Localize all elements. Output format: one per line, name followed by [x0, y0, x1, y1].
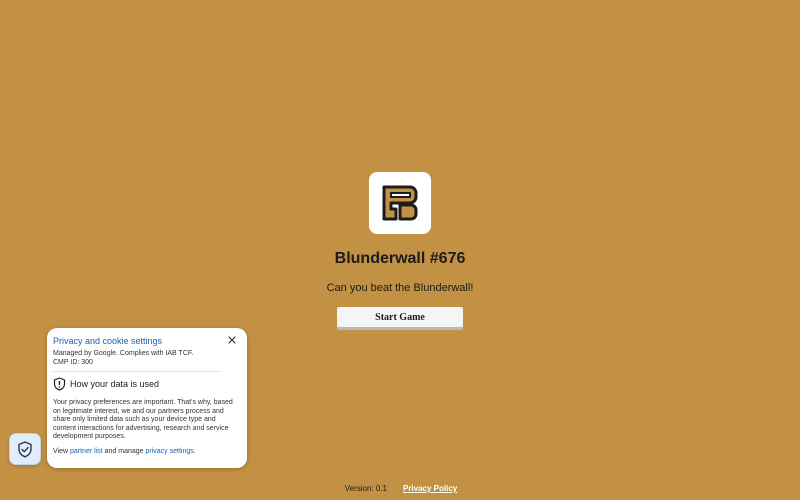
version-label: Version: 0.1: [344, 484, 387, 493]
data-usage-heading-label: How your data is used: [70, 379, 160, 389]
privacy-settings-link[interactable]: privacy settings: [146, 448, 194, 455]
partner-list-link[interactable]: partner list: [70, 448, 103, 455]
privacy-cookie-panel: Privacy and cookie settings Managed by G…: [47, 328, 247, 468]
links-suffix: .: [193, 447, 196, 455]
shield-check-icon: [18, 440, 32, 458]
game-subtitle: Can you beat the Blunderwall!: [326, 282, 474, 294]
links-middle: and manage: [102, 447, 146, 455]
data-usage-heading: How your data is used: [53, 377, 241, 391]
footer: Version: 0.1 Privacy Policy: [0, 484, 800, 493]
game-start-screen: Blunderwall #676 Can you beat the Blunde…: [0, 172, 800, 330]
privacy-managed-text: Managed by Google. Complies with IAB TCF…: [53, 349, 213, 367]
close-icon[interactable]: [227, 335, 237, 345]
blunderwall-logo-icon: [382, 185, 418, 221]
links-prefix: View: [53, 447, 70, 455]
privacy-body-text: Your privacy preferences are important. …: [53, 399, 233, 441]
shield-alert-icon: [53, 377, 66, 391]
privacy-panel-title: Privacy and cookie settings: [53, 336, 163, 346]
cmp-id-line: CMP ID: 300: [53, 359, 93, 366]
managed-line: Managed by Google. Complies with IAB TCF…: [53, 350, 194, 357]
start-game-button[interactable]: Start Game: [337, 307, 463, 330]
privacy-settings-button[interactable]: [9, 433, 41, 465]
divider: [53, 371, 221, 372]
game-title: Blunderwall #676: [334, 250, 466, 267]
game-logo: [369, 172, 431, 234]
privacy-links-line: View partner list and manage privacy set…: [53, 448, 241, 455]
privacy-policy-link[interactable]: Privacy Policy: [403, 484, 457, 493]
